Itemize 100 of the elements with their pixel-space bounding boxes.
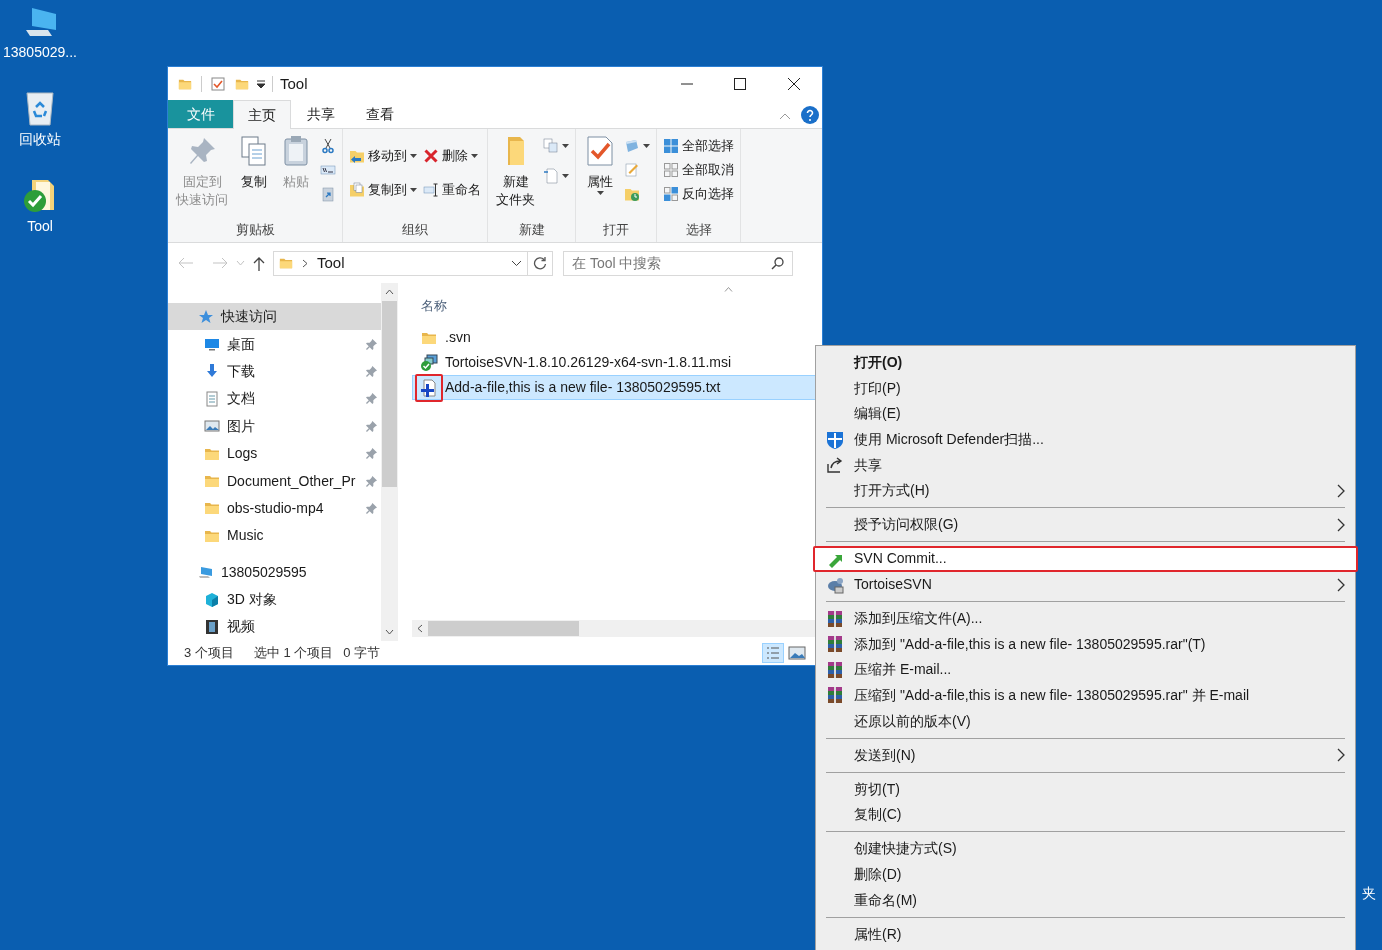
context-menu-item[interactable]: 压缩并 E-mail... [816, 657, 1355, 683]
ribbon-button[interactable]: 移动到 [347, 145, 419, 167]
installer-icon [420, 353, 438, 372]
file-name: Add-a-file,this is a new file- 13805029595.txt [445, 378, 721, 397]
desktop-icon-label[interactable]: 夹 [1362, 883, 1376, 904]
folder-icon [204, 473, 220, 490]
sidebar-item[interactable]: 3D 对象 [168, 585, 381, 614]
context-menu-item[interactable]: 重命名(M) [816, 887, 1355, 913]
ribbon-button[interactable]: 复制 [234, 135, 274, 191]
dropdown-caret-icon[interactable] [511, 259, 522, 267]
desktop-icon-label[interactable]: 13805029... [3, 42, 77, 63]
scroll-down-icon[interactable] [385, 629, 394, 635]
ribbon-group-label: 新建 [517, 221, 546, 239]
ribbon-button[interactable]: 属性 [580, 135, 620, 195]
collapse-ribbon-icon[interactable] [779, 112, 791, 120]
monitor-icon [204, 336, 220, 353]
sidebar-item[interactable]: 图片 [168, 412, 381, 440]
desktop-icon-label[interactable]: Tool [27, 216, 53, 237]
archive-books-icon [826, 660, 844, 679]
sidebar-label: 快速访问 [221, 307, 278, 327]
help-icon[interactable] [801, 106, 819, 124]
scroll-up-icon[interactable] [385, 289, 394, 295]
context-menu-item[interactable]: 打开方式(H) [816, 477, 1355, 504]
context-menu-item[interactable]: 使用 Microsoft Defender扫描... [816, 426, 1355, 453]
properties-icon[interactable] [211, 77, 225, 91]
pin-icon [366, 365, 377, 377]
sidebar-label: obs-studio-mp4 [227, 498, 325, 518]
up-arrow-icon[interactable] [253, 255, 265, 271]
large-icons-view-icon[interactable] [788, 646, 806, 660]
context-menu-item[interactable]: 剪切(T) [816, 776, 1355, 802]
sidebar-label: 3D 对象 [227, 590, 278, 610]
file-menu-tab[interactable]: 文件 [168, 100, 233, 128]
close-icon[interactable] [788, 78, 800, 90]
film-icon [204, 619, 220, 635]
context-menu-item[interactable]: 发送到(N) [816, 742, 1355, 768]
ribbon-button[interactable]: 删除 [421, 145, 483, 167]
sort-up-icon[interactable] [724, 287, 733, 292]
column-header[interactable]: 名称 [421, 295, 447, 315]
vertical-scrollbar[interactable] [381, 283, 398, 641]
recycle-bin-icon[interactable] [24, 89, 56, 127]
details-view-icon[interactable] [762, 643, 784, 663]
search-field[interactable]: 在 Tool 中搜索 [563, 250, 793, 276]
properties-icon [584, 135, 616, 167]
context-menu-item[interactable]: 添加到 "Add-a-file,this is a new file- 13805029595.rar"(T) [816, 631, 1355, 658]
ribbon-button[interactable]: 重命名 [421, 179, 483, 201]
sidebar-item[interactable]: 13805029595 [168, 558, 381, 586]
context-menu-item[interactable]: SVN Commit... [813, 546, 1358, 572]
sidebar-item[interactable]: 视频 [168, 613, 381, 641]
context-menu-item[interactable]: TortoiseSVN [816, 571, 1355, 598]
chevron-right-icon [302, 258, 308, 268]
ribbon-button[interactable]: 新建 文件夹 [492, 135, 539, 209]
maximize-icon[interactable] [734, 78, 746, 90]
ribbon-tab[interactable]: 共享 [291, 100, 350, 128]
ribbon-button[interactable]: 全部选择 [661, 135, 736, 157]
sidebar-item[interactable]: obs-studio-mp4 [168, 494, 381, 523]
context-menu-item[interactable]: 添加到压缩文件(A)... [816, 605, 1355, 632]
tortoise-icon [826, 575, 844, 594]
sidebar-item[interactable]: Logs [168, 439, 381, 468]
ribbon-button[interactable]: 全部取消 [661, 159, 736, 181]
file-name: .svn [445, 328, 471, 347]
context-menu-item[interactable]: 删除(D) [816, 861, 1355, 888]
select-all-icon [663, 138, 679, 154]
context-menu-item[interactable]: 创建快捷方式(S) [816, 836, 1355, 862]
pin-icon [366, 475, 377, 487]
context-menu-item[interactable]: 压缩到 "Add-a-file,this is a new file- 13805029595.rar" 并 E-mail [816, 682, 1355, 709]
context-menu-item[interactable]: 授予访问权限(G) [816, 512, 1355, 538]
dropdown-caret-icon [410, 154, 417, 158]
computer-icon [198, 564, 214, 581]
scroll-left-icon[interactable] [417, 624, 423, 633]
archive-books-icon [826, 686, 844, 705]
ribbon-button[interactable]: 复制到 [347, 179, 419, 201]
ribbon-button[interactable]: 反向选择 [661, 183, 736, 205]
ribbon-icon-button[interactable] [541, 165, 571, 187]
ribbon-tab[interactable]: 主页 [233, 100, 291, 129]
sidebar-item[interactable]: Music [168, 522, 381, 550]
address-path: Tool [317, 252, 346, 273]
ribbon-tab[interactable]: 查看 [350, 100, 409, 128]
context-menu-item[interactable]: 还原以前的版本(V) [816, 708, 1355, 734]
sidebar-item[interactable]: 快速访问 [168, 303, 381, 331]
history-icon [624, 186, 640, 202]
refresh-icon[interactable] [533, 256, 547, 270]
context-menu-item[interactable]: 复制(C) [816, 802, 1355, 828]
status-text: 选中 1 个项目 [253, 644, 334, 663]
desktop-icon-label[interactable]: 回收站 [19, 129, 61, 150]
context-menu-item[interactable]: 共享 [816, 452, 1355, 478]
sidebar-item[interactable]: 文档 [168, 385, 381, 413]
sidebar-item[interactable]: 桌面 [168, 330, 381, 358]
context-menu-item[interactable]: 编辑(E) [816, 401, 1355, 427]
rename-icon [423, 182, 439, 198]
address-bar[interactable]: Tool [273, 250, 553, 276]
sidebar-item[interactable]: 下载 [168, 357, 381, 386]
archive-books-icon [826, 609, 844, 628]
sidebar-label: 视频 [227, 617, 256, 637]
sidebar-item[interactable]: Document_Other_Pr [168, 467, 381, 495]
context-menu-item[interactable]: 属性(R) [816, 921, 1355, 947]
folder-icon [204, 500, 220, 517]
file-row[interactable]: .svn [412, 325, 822, 350]
sidebar-label: 桌面 [227, 334, 256, 354]
customize-dropdown-icon[interactable] [257, 80, 265, 88]
sidebar-label: Music [227, 526, 265, 546]
